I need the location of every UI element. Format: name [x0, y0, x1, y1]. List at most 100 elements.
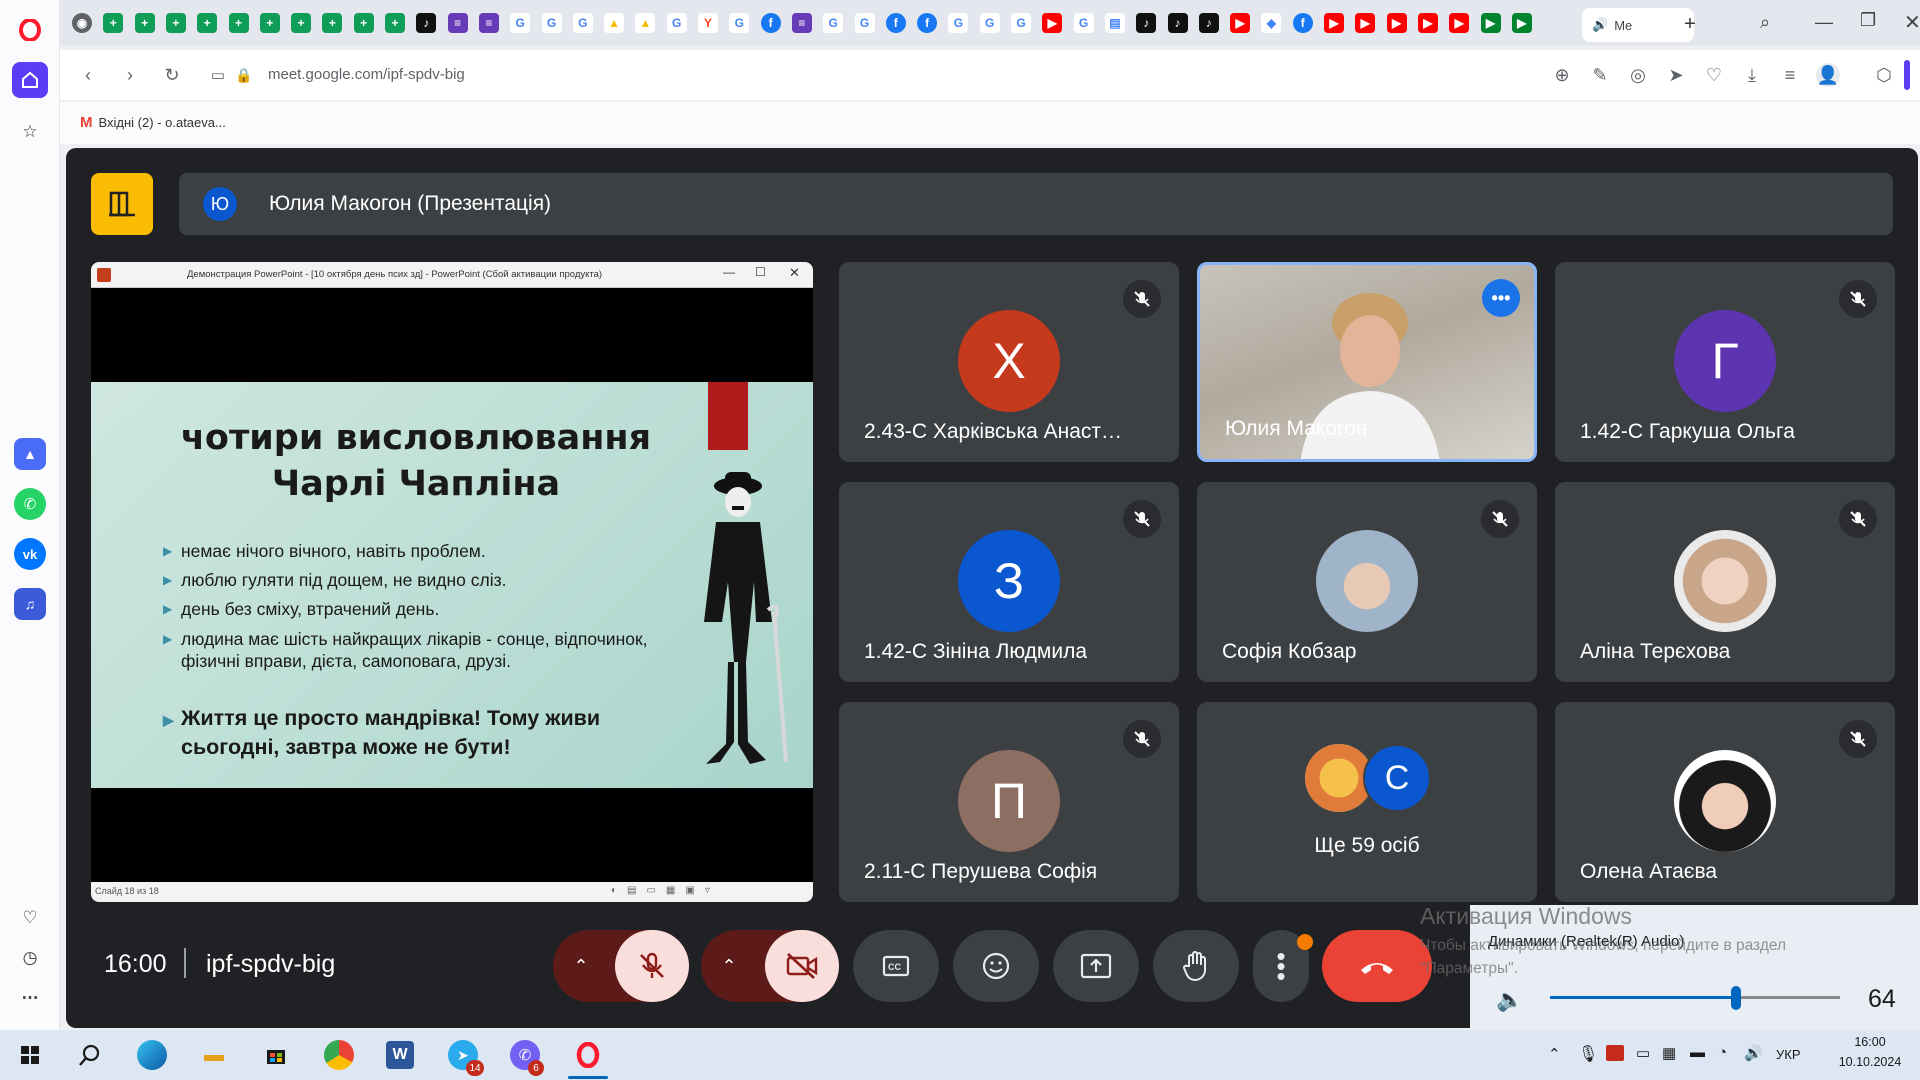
back-button[interactable]: ‹	[76, 63, 100, 87]
youtube-tab-icon[interactable]: ▶	[1324, 13, 1344, 33]
tray-network-icon[interactable]: ◔	[1718, 1044, 1727, 1061]
sheets-tab-icon[interactable]: +	[165, 13, 186, 33]
heart-icon[interactable]: ♡	[14, 902, 46, 934]
music-player-icon[interactable]: ♫	[14, 588, 46, 620]
tiktok-tab-icon[interactable]: ♪	[416, 13, 437, 33]
sheets-tab-icon[interactable]: +	[353, 13, 374, 33]
send-icon[interactable]: ➤	[1664, 63, 1688, 87]
tiktok-tab-icon[interactable]: ♪	[1167, 13, 1188, 33]
yandex-tab-icon[interactable]: Y	[698, 13, 718, 33]
profile-icon[interactable]: 👤	[1816, 63, 1840, 87]
forms-tab-icon[interactable]: ≡	[447, 13, 468, 33]
google-tab-icon[interactable]: G	[854, 13, 875, 33]
tiktok-tab-icon[interactable]: ♪	[1198, 13, 1219, 33]
tray-chart-icon[interactable]: ▦	[1662, 1044, 1676, 1062]
snapshot-camera-icon[interactable]: ◎	[1626, 63, 1650, 87]
ppt-view-controls[interactable]: ◐▤▭▦▣▿	[611, 885, 720, 896]
sheets-tab-icon[interactable]: +	[291, 13, 312, 33]
aria-icon[interactable]: ▲	[14, 438, 46, 470]
restore-window-icon[interactable]: ❐	[1860, 10, 1876, 31]
drive-tab-icon[interactable]: ▲	[635, 13, 656, 33]
microsoft-store-icon[interactable]	[260, 1039, 292, 1071]
participant-tile[interactable]: Олена Атаєва	[1555, 702, 1895, 902]
tray-monitor-icon[interactable]: ▭	[1636, 1044, 1650, 1062]
end-call-button[interactable]	[1322, 930, 1432, 1002]
sheets-tab-icon[interactable]: +	[103, 13, 124, 33]
participant-tile[interactable]: Г 1.42-С Гаркуша Ольга	[1555, 262, 1895, 462]
bookmark-heart-icon[interactable]: ♡	[1702, 63, 1726, 87]
meet-tab-icon[interactable]: ▶	[1480, 13, 1501, 33]
ppt-maximize-icon[interactable]: ☐	[755, 265, 766, 279]
capcut-tab-icon[interactable]: ◆	[1261, 13, 1282, 33]
speaker-icon[interactable]: 🔈	[1496, 987, 1523, 1013]
camera-options-chevron-icon[interactable]: ⌃	[701, 956, 757, 977]
tray-app-icon[interactable]	[1606, 1045, 1624, 1061]
more-dots-icon[interactable]: ⋯	[14, 982, 46, 1014]
star-icon[interactable]: ☆	[14, 116, 46, 148]
google-tab-icon[interactable]: G	[510, 13, 531, 33]
whatsapp-icon[interactable]: ✆	[14, 488, 46, 520]
new-tab-button[interactable]: +	[1678, 12, 1702, 36]
forms-tab-icon[interactable]: ≡	[791, 13, 812, 33]
sheets-tab-icon[interactable]: +	[385, 13, 405, 33]
participant-tile[interactable]: Аліна Терєхова	[1555, 482, 1895, 682]
google-tab-icon[interactable]: G	[666, 13, 687, 33]
youtube-tab-icon[interactable]: ▶	[1042, 13, 1063, 33]
participant-tile-speaking[interactable]: ••• Юлия Макогон	[1197, 262, 1537, 462]
forms-tab-icon[interactable]: ≡	[478, 13, 499, 33]
youtube-tab-icon[interactable]: ▶	[1230, 13, 1251, 33]
clock-time[interactable]: 16:00	[1828, 1035, 1912, 1049]
globe-tab-icon[interactable]: ◉	[72, 13, 92, 33]
edit-icon[interactable]: ✎	[1588, 63, 1612, 87]
search-icon[interactable]	[74, 1039, 106, 1071]
camera-permission-icon[interactable]: ▭	[206, 63, 230, 87]
youtube-tab-icon[interactable]: ▶	[1355, 13, 1376, 33]
extensions-cube-icon[interactable]: ⬡	[1872, 63, 1896, 87]
volume-slider-track[interactable]	[1550, 986, 1840, 1010]
reactions-button[interactable]	[953, 930, 1039, 1002]
file-explorer-icon[interactable]: ▬	[198, 1039, 230, 1071]
participant-tile[interactable]: З 1.42-С Зініна Людмила	[839, 482, 1179, 682]
word-icon[interactable]: W	[386, 1041, 414, 1069]
sheets-tab-icon[interactable]: +	[259, 13, 280, 33]
captions-button[interactable]: CC	[853, 930, 939, 1002]
volume-slider-thumb[interactable]	[1731, 986, 1741, 1010]
bookmark-gmail[interactable]: M Вхідні (2) - o.ataeva...	[80, 114, 226, 131]
facebook-tab-icon[interactable]: f	[760, 13, 781, 33]
doc-tab-icon[interactable]: ▤	[1104, 13, 1125, 33]
participant-tile[interactable]: П 2.11-С Перушева Софія	[839, 702, 1179, 902]
tray-battery-icon[interactable]: ▬	[1690, 1044, 1705, 1061]
google-tab-icon[interactable]: G	[729, 13, 750, 33]
more-options-icon[interactable]: •••	[1482, 279, 1520, 317]
google-tab-icon[interactable]: G	[1073, 13, 1094, 33]
sheets-tab-icon[interactable]: +	[134, 13, 155, 33]
meet-tab-icon[interactable]: ▶	[1511, 13, 1532, 33]
youtube-tab-icon[interactable]: ▶	[1417, 13, 1438, 33]
facebook-tab-icon[interactable]: f	[1292, 13, 1313, 33]
drive-tab-icon[interactable]: ▲	[604, 13, 625, 33]
opera-taskbar-icon[interactable]	[572, 1039, 604, 1071]
ppt-close-icon[interactable]: ✕	[789, 265, 800, 281]
others-tile[interactable]: С Ще 59 осіб	[1197, 702, 1537, 902]
history-clock-icon[interactable]: ◷	[14, 942, 46, 974]
forward-button[interactable]: ›	[118, 63, 142, 87]
lock-icon[interactable]: 🔒	[232, 63, 256, 87]
present-screen-button[interactable]	[1053, 930, 1139, 1002]
chrome-icon[interactable]	[324, 1040, 354, 1070]
tray-chevron-icon[interactable]: ⌃	[1548, 1045, 1561, 1063]
tiktok-tab-icon[interactable]: ♪	[1136, 13, 1157, 33]
mic-toggle-button[interactable]	[615, 930, 689, 1002]
youtube-tab-icon[interactable]: ▶	[1449, 13, 1470, 33]
presentation-tile[interactable]: Демонстрация PowerPoint - [10 октября де…	[91, 262, 813, 902]
google-tab-icon[interactable]: G	[572, 13, 593, 33]
facebook-tab-icon[interactable]: f	[885, 13, 906, 33]
sheets-tab-icon[interactable]: +	[197, 13, 218, 33]
opera-logo-icon[interactable]	[14, 14, 46, 46]
search-tabs-icon[interactable]: ⌕	[1760, 12, 1770, 33]
camera-toggle-button[interactable]	[765, 930, 839, 1002]
home-icon[interactable]	[12, 62, 48, 98]
sheets-tab-icon[interactable]: +	[228, 13, 249, 33]
sidebar-toggle[interactable]	[1904, 60, 1910, 90]
edge-icon[interactable]	[137, 1040, 167, 1070]
download-icon[interactable]: ⤓	[1740, 63, 1764, 87]
